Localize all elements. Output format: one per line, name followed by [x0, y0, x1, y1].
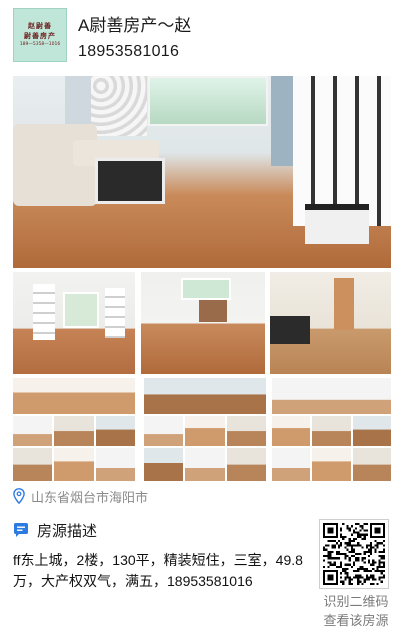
location-text: 山东省烟台市海阳市	[31, 489, 149, 505]
collage-photo	[54, 416, 94, 446]
logo-text-phone: 189—5358—1016	[19, 42, 61, 47]
collage-photo	[272, 378, 391, 414]
listing-photo-thumb[interactable]	[141, 272, 265, 374]
photo-detail-shelf	[105, 288, 125, 338]
listing-photo-thumb[interactable]	[270, 272, 391, 374]
qr-caption-line1: 识别二维码	[323, 594, 389, 609]
photo-collage[interactable]	[272, 378, 391, 481]
section-title: 房源描述	[37, 522, 98, 540]
photo-detail-curtain	[271, 76, 293, 166]
agent-phone[interactable]: 18953581016	[78, 42, 179, 62]
listing-description: ff东上城，2楼，130平，精装短住，三室，49.8万，大产权双气，满五，189…	[13, 552, 303, 589]
collage-photo	[226, 448, 266, 481]
collage-photo	[272, 448, 311, 481]
collage-photo	[226, 416, 266, 446]
collage-photo	[185, 448, 225, 481]
collage-photo	[54, 448, 94, 481]
photo-detail-door	[199, 300, 227, 322]
collage-photo	[312, 448, 351, 481]
photo-detail-cabinet	[270, 316, 310, 344]
description-section-header: 房源描述	[13, 520, 97, 540]
qr-caption-line2: 查看该房源	[323, 613, 389, 628]
photo-detail-window	[63, 292, 99, 328]
main-listing-photo[interactable]	[13, 76, 391, 268]
photo-detail-coffee-table	[95, 158, 165, 204]
collage-photo	[13, 448, 53, 481]
collage-photo	[144, 378, 266, 414]
collage-photo	[352, 448, 391, 481]
collage-photo	[352, 416, 391, 446]
collage-photo	[95, 448, 135, 481]
agent-name: A尉善房产～赵	[78, 16, 192, 35]
photo-collage[interactable]	[144, 378, 266, 481]
collage-photo	[13, 416, 53, 446]
photo-detail-tv-cabinet	[305, 204, 369, 244]
photo-detail-door	[334, 278, 354, 330]
collage-photo	[272, 416, 311, 446]
collage-photo	[13, 378, 135, 414]
collage-photo	[185, 416, 225, 446]
photo-detail-shelf	[33, 284, 55, 340]
photo-detail-screen	[91, 76, 147, 136]
qr-code[interactable]	[319, 519, 389, 589]
logo-text-line2: 尉善房产	[24, 31, 56, 40]
collage-photo	[95, 416, 135, 446]
qr-code-icon	[323, 523, 385, 585]
chat-bubble-icon	[14, 523, 28, 537]
photo-detail-window	[181, 278, 231, 300]
collage-photo	[144, 416, 184, 446]
photo-collage[interactable]	[13, 378, 135, 481]
collage-photo	[144, 448, 184, 481]
location-pin-icon	[13, 488, 25, 504]
collage-photo	[312, 416, 351, 446]
agency-logo[interactable]: 赵尉善 尉善房产 189—5358—1016	[13, 8, 67, 62]
photo-detail-window	[148, 76, 268, 126]
logo-text-line1: 赵尉善	[28, 21, 52, 30]
listing-photo-thumb[interactable]	[13, 272, 135, 374]
qr-caption: 识别二维码 查看该房源	[312, 592, 400, 630]
listing-location[interactable]: 山东省烟台市海阳市	[13, 486, 148, 506]
agent-header: 赵尉善 尉善房产 189—5358—1016 A尉善房产～赵 189535810…	[0, 0, 406, 70]
